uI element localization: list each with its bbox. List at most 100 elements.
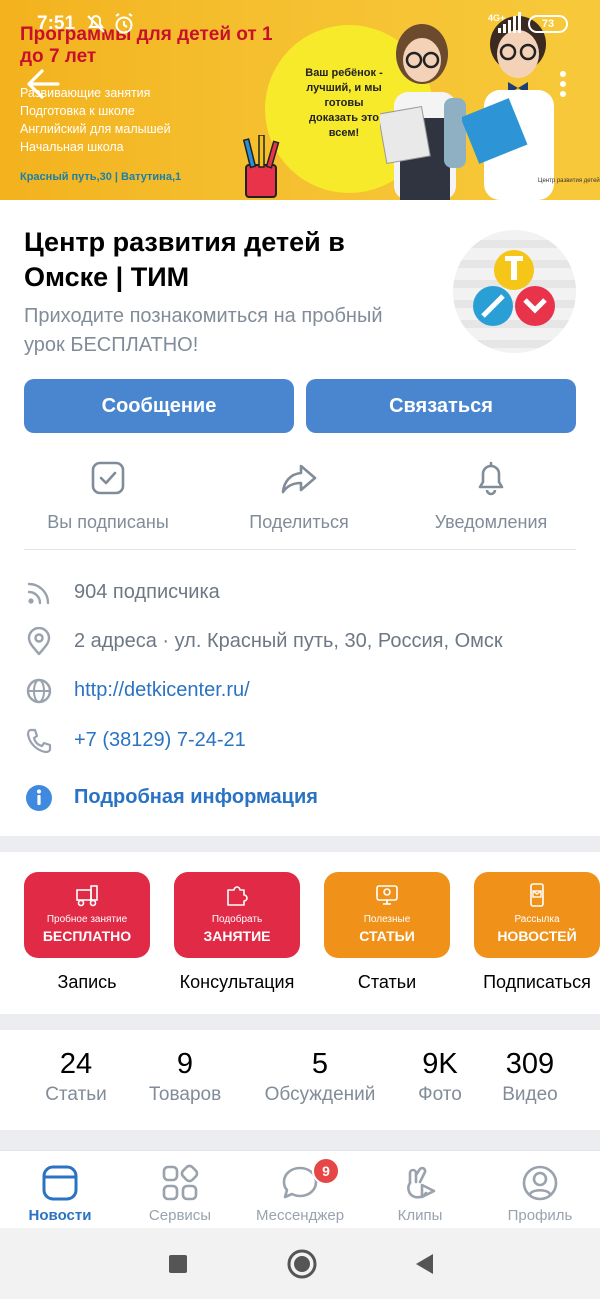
arrow-left-icon [27,69,60,99]
menu-caption-articles[interactable]: Статьи [312,972,462,993]
tile-subtitle: Рассылка [514,914,560,925]
group-status: Приходите познакомиться на пробный урок … [24,305,383,356]
recent-apps-button[interactable] [160,1246,196,1282]
website-link[interactable]: http://detkicenter.ru/ [74,679,250,702]
tab-clips-label: Клипы [397,1207,443,1224]
tab-services[interactable]: Сервисы [120,1163,240,1224]
share-label: Поделиться [249,512,349,532]
subscribers-count: 904 подписчика [74,581,220,603]
globe-icon [26,678,52,704]
cover-brand-caption: Центр развития детей [538,178,600,184]
counter-label: Видео [502,1084,558,1105]
home-button[interactable] [284,1246,320,1282]
counter-value: 9K [422,1048,458,1080]
phone-mail-icon [530,883,544,907]
cover-addresses: Красный путь,30 | Ватутина,1 [20,171,182,183]
triangle-back-icon [416,1254,433,1274]
rss-icon [27,582,50,605]
cover-slogan: Ваш ребёнок - лучший, и мы готовы доказа… [305,67,383,139]
contact-button[interactable]: Связаться [306,379,576,433]
phone-link[interactable]: +7 (38129) 7-24-21 [74,729,246,752]
checkbox-check-icon [91,461,125,495]
tile-title: ЗАНЯТИЕ [203,928,271,944]
phone-icon [26,728,52,754]
tab-messenger[interactable]: 9 Мессенджер [240,1157,360,1224]
subscribers-row[interactable]: 904 подписчика [24,578,584,608]
battery-indicator: 73 [528,15,568,33]
group-menu: Пробное занятие БЕСПЛАТНО Запись Подобра… [0,852,600,1014]
cover-program-item: Начальная школа [20,140,124,154]
services-grid-icon [162,1164,199,1201]
signal-icon: 4G+ [488,12,521,33]
tab-profile[interactable]: Профиль [480,1163,600,1224]
notifications-label: Уведомления [434,512,548,532]
tab-news[interactable]: Новости [0,1163,120,1224]
message-button[interactable]: Сообщение [24,379,294,433]
more-vertical-icon [560,71,566,97]
status-time: 7:51 [37,13,76,34]
website-row[interactable]: http://detkicenter.ru/ [24,676,584,706]
counter-value: 309 [505,1048,555,1080]
clips-icon [407,1166,436,1199]
signal-indicator: 4G+ [486,12,526,39]
group-avatar[interactable] [453,230,576,353]
tile-title: НОВОСТЕЙ [497,928,577,944]
circle-icon [287,1249,317,1279]
share-arrow-icon [281,464,317,494]
counter-discussions[interactable]: 5 Обсуждений [256,1046,384,1108]
location-pin-icon [27,627,51,656]
profile-icon [522,1165,558,1201]
counter-articles[interactable]: 24 Статьи [36,1046,116,1108]
tile-subtitle: Полезные [363,914,411,925]
group-header-card: Центр развития детей в Омске | ТИМ Прихо… [0,200,600,836]
subscribed-action[interactable]: Вы подписаны [18,458,198,533]
info-icon [26,785,52,811]
puzzle-icon [227,886,248,906]
messenger-unread-badge: 9 [312,1157,340,1185]
details-row[interactable]: Подробная информация [24,783,584,813]
counter-label: Товаров [148,1084,222,1105]
subscribed-label: Вы подписаны [47,512,169,532]
status-bar: 7:51 4G+ 73 [0,0,600,46]
back-system-button[interactable] [406,1246,442,1282]
details-link[interactable]: Подробная информация [74,786,318,809]
address-row[interactable]: 2 адреса · ул. Красный путь, 30, Россия,… [24,627,584,657]
share-action[interactable]: Поделиться [209,458,389,533]
menu-tile-trial-lesson[interactable]: Пробное занятие БЕСПЛАТНО [24,872,150,958]
address-text: 2 адреса · ул. Красный путь, 30, Россия,… [74,630,503,652]
group-counters: 24 Статьи 9 Товаров 5 Обсуждений 9K Фото… [0,1030,600,1130]
counter-photos[interactable]: 9K Фото [406,1046,474,1108]
counter-videos[interactable]: 309 Видео [492,1046,568,1108]
counter-label: Статьи [45,1084,107,1105]
menu-tile-consultation[interactable]: Подобрать ЗАНЯТИЕ [174,872,300,958]
group-title: Центр развития детей в Омске | ТИМ [24,227,345,292]
counter-value: 24 [59,1048,93,1080]
square-icon [169,1255,187,1273]
cover-program-item: Подготовка к школе [20,104,135,118]
alarm-icons [87,13,133,34]
bell-icon [478,461,504,496]
tab-messenger-label: Мессенджер [255,1207,345,1224]
tim-logo-icon [453,230,576,353]
train-icon [76,885,98,907]
tab-news-label: Новости [28,1207,92,1224]
menu-tile-newsletter[interactable]: Рассылка НОВОСТЕЙ [474,872,600,958]
news-icon [42,1165,78,1201]
notifications-action[interactable]: Уведомления [401,458,581,533]
more-options-button[interactable] [548,66,578,102]
back-button[interactable] [24,66,62,102]
counter-products[interactable]: 9 Товаров [138,1046,232,1108]
divider [24,549,576,550]
phone-row[interactable]: +7 (38129) 7-24-21 [24,726,584,756]
tile-title: СТАТЬИ [359,928,415,944]
menu-caption-subscribe[interactable]: Подписаться [462,972,600,993]
system-navigation-bar [0,1228,600,1299]
tile-title: БЕСПЛАТНО [42,928,132,944]
menu-caption-signup[interactable]: Запись [12,972,162,993]
tab-profile-label: Профиль [507,1207,573,1224]
tab-clips[interactable]: Клипы [360,1163,480,1224]
menu-caption-consultation[interactable]: Консультация [162,972,312,993]
tile-subtitle: Пробное занятие [46,914,128,925]
menu-tile-articles[interactable]: Полезные СТАТЬИ [324,872,450,958]
monitor-icon [376,885,398,905]
